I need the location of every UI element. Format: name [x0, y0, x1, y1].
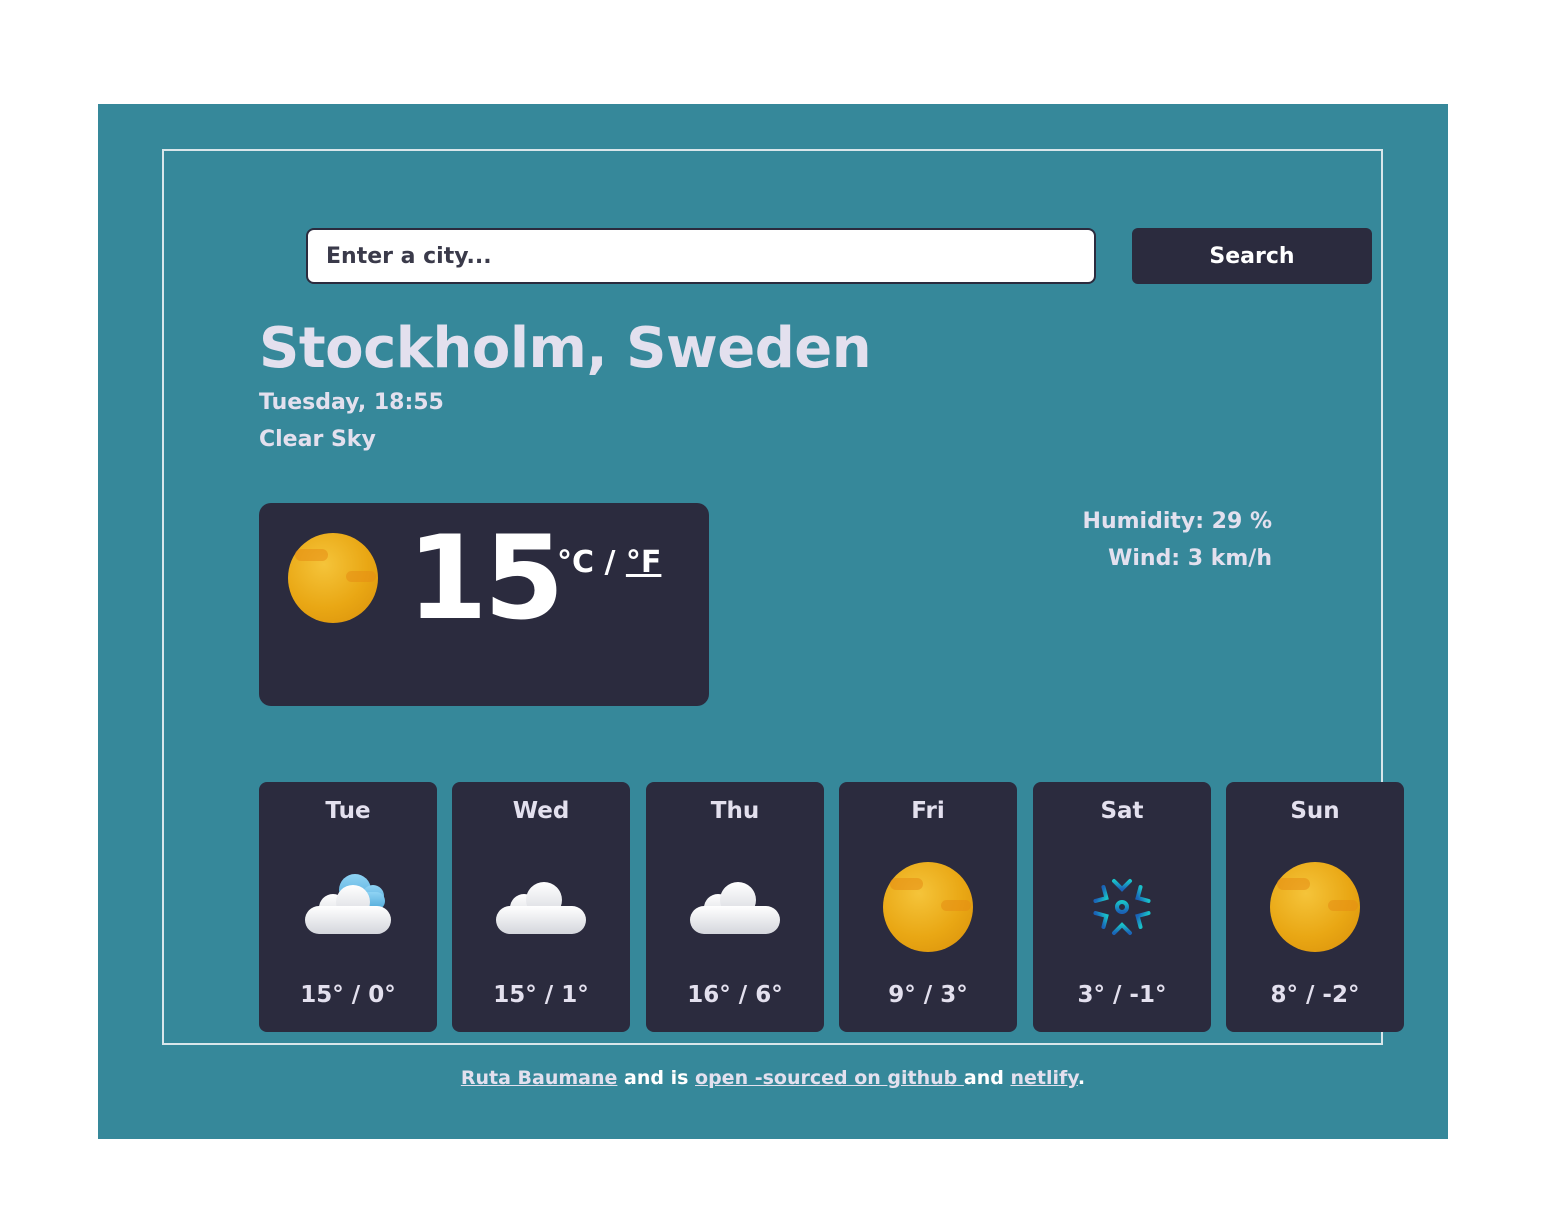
forecast-day-wed: Wed 15° / 1° — [452, 782, 630, 1032]
forecast-temps: 8° / -2° — [1270, 982, 1360, 1008]
forecast-row: Tue 15° / 0° Wed 15° / 1° Thu 16° / 6° F… — [259, 782, 1405, 1032]
forecast-temps: 15° / 0° — [300, 982, 396, 1008]
forecast-day-name: Wed — [512, 798, 570, 824]
weather-app: Search Stockholm, Sweden Tuesday, 18:55 … — [98, 104, 1448, 1139]
forecast-day-sat: Sat 3° / -1° — [1033, 782, 1211, 1032]
cloud-partly-icon — [305, 874, 391, 934]
footer-text: and — [963, 1067, 1011, 1089]
app-frame: Search Stockholm, Sweden Tuesday, 18:55 … — [162, 149, 1404, 1045]
forecast-temps: 3° / -1° — [1077, 982, 1167, 1008]
footer-text: . — [1077, 1067, 1086, 1089]
forecast-day-thu: Thu 16° / 6° — [646, 782, 824, 1032]
forecast-day-name: Tue — [325, 798, 371, 824]
city-search-input[interactable] — [306, 228, 1096, 284]
forecast-temps: 15° / 1° — [493, 982, 589, 1008]
search-button[interactable]: Search — [1132, 228, 1372, 284]
netlify-link[interactable]: netlify — [1010, 1067, 1077, 1089]
forecast-temps: 9° / 3° — [888, 982, 968, 1008]
current-weather-card: 15 °C / °F — [259, 503, 709, 706]
forecast-day-name: Fri — [911, 798, 945, 824]
sun-icon — [288, 533, 378, 623]
snowflake-icon — [1092, 873, 1152, 941]
unit-separator: / — [594, 545, 626, 580]
sun-icon — [883, 862, 973, 952]
footer-text: and is — [617, 1067, 696, 1089]
celsius-unit: °C — [557, 545, 595, 580]
cloud-icon — [496, 882, 586, 934]
footer: Ruta Baumane and is open -sourced on git… — [98, 1067, 1448, 1089]
current-temperature: 15 — [407, 511, 564, 646]
weather-description: Clear Sky — [259, 427, 376, 452]
sun-icon — [1270, 862, 1360, 952]
forecast-temps: 16° / 6° — [687, 982, 783, 1008]
wind-text: Wind: 3 km/h — [1108, 546, 1272, 571]
forecast-day-tue: Tue 15° / 0° — [259, 782, 437, 1032]
weather-details: Humidity: 29 % Wind: 3 km/h — [1024, 503, 1272, 577]
fahrenheit-link[interactable]: °F — [626, 545, 662, 580]
author-link[interactable]: Ruta Baumane — [461, 1067, 618, 1089]
unit-toggle: °C / °F — [557, 545, 661, 580]
forecast-day-sun: Sun 8° / -2° — [1226, 782, 1404, 1032]
forecast-day-name: Sun — [1290, 798, 1340, 824]
date-time: Tuesday, 18:55 — [259, 390, 444, 415]
forecast-day-fri: Fri 9° / 3° — [839, 782, 1017, 1032]
cloud-icon — [690, 882, 780, 934]
city-title: Stockholm, Sweden — [259, 316, 872, 381]
github-link[interactable]: open -sourced on github — [695, 1067, 964, 1089]
humidity-text: Humidity: 29 % — [1082, 509, 1272, 534]
forecast-day-name: Thu — [710, 798, 760, 824]
forecast-day-name: Sat — [1100, 798, 1144, 824]
